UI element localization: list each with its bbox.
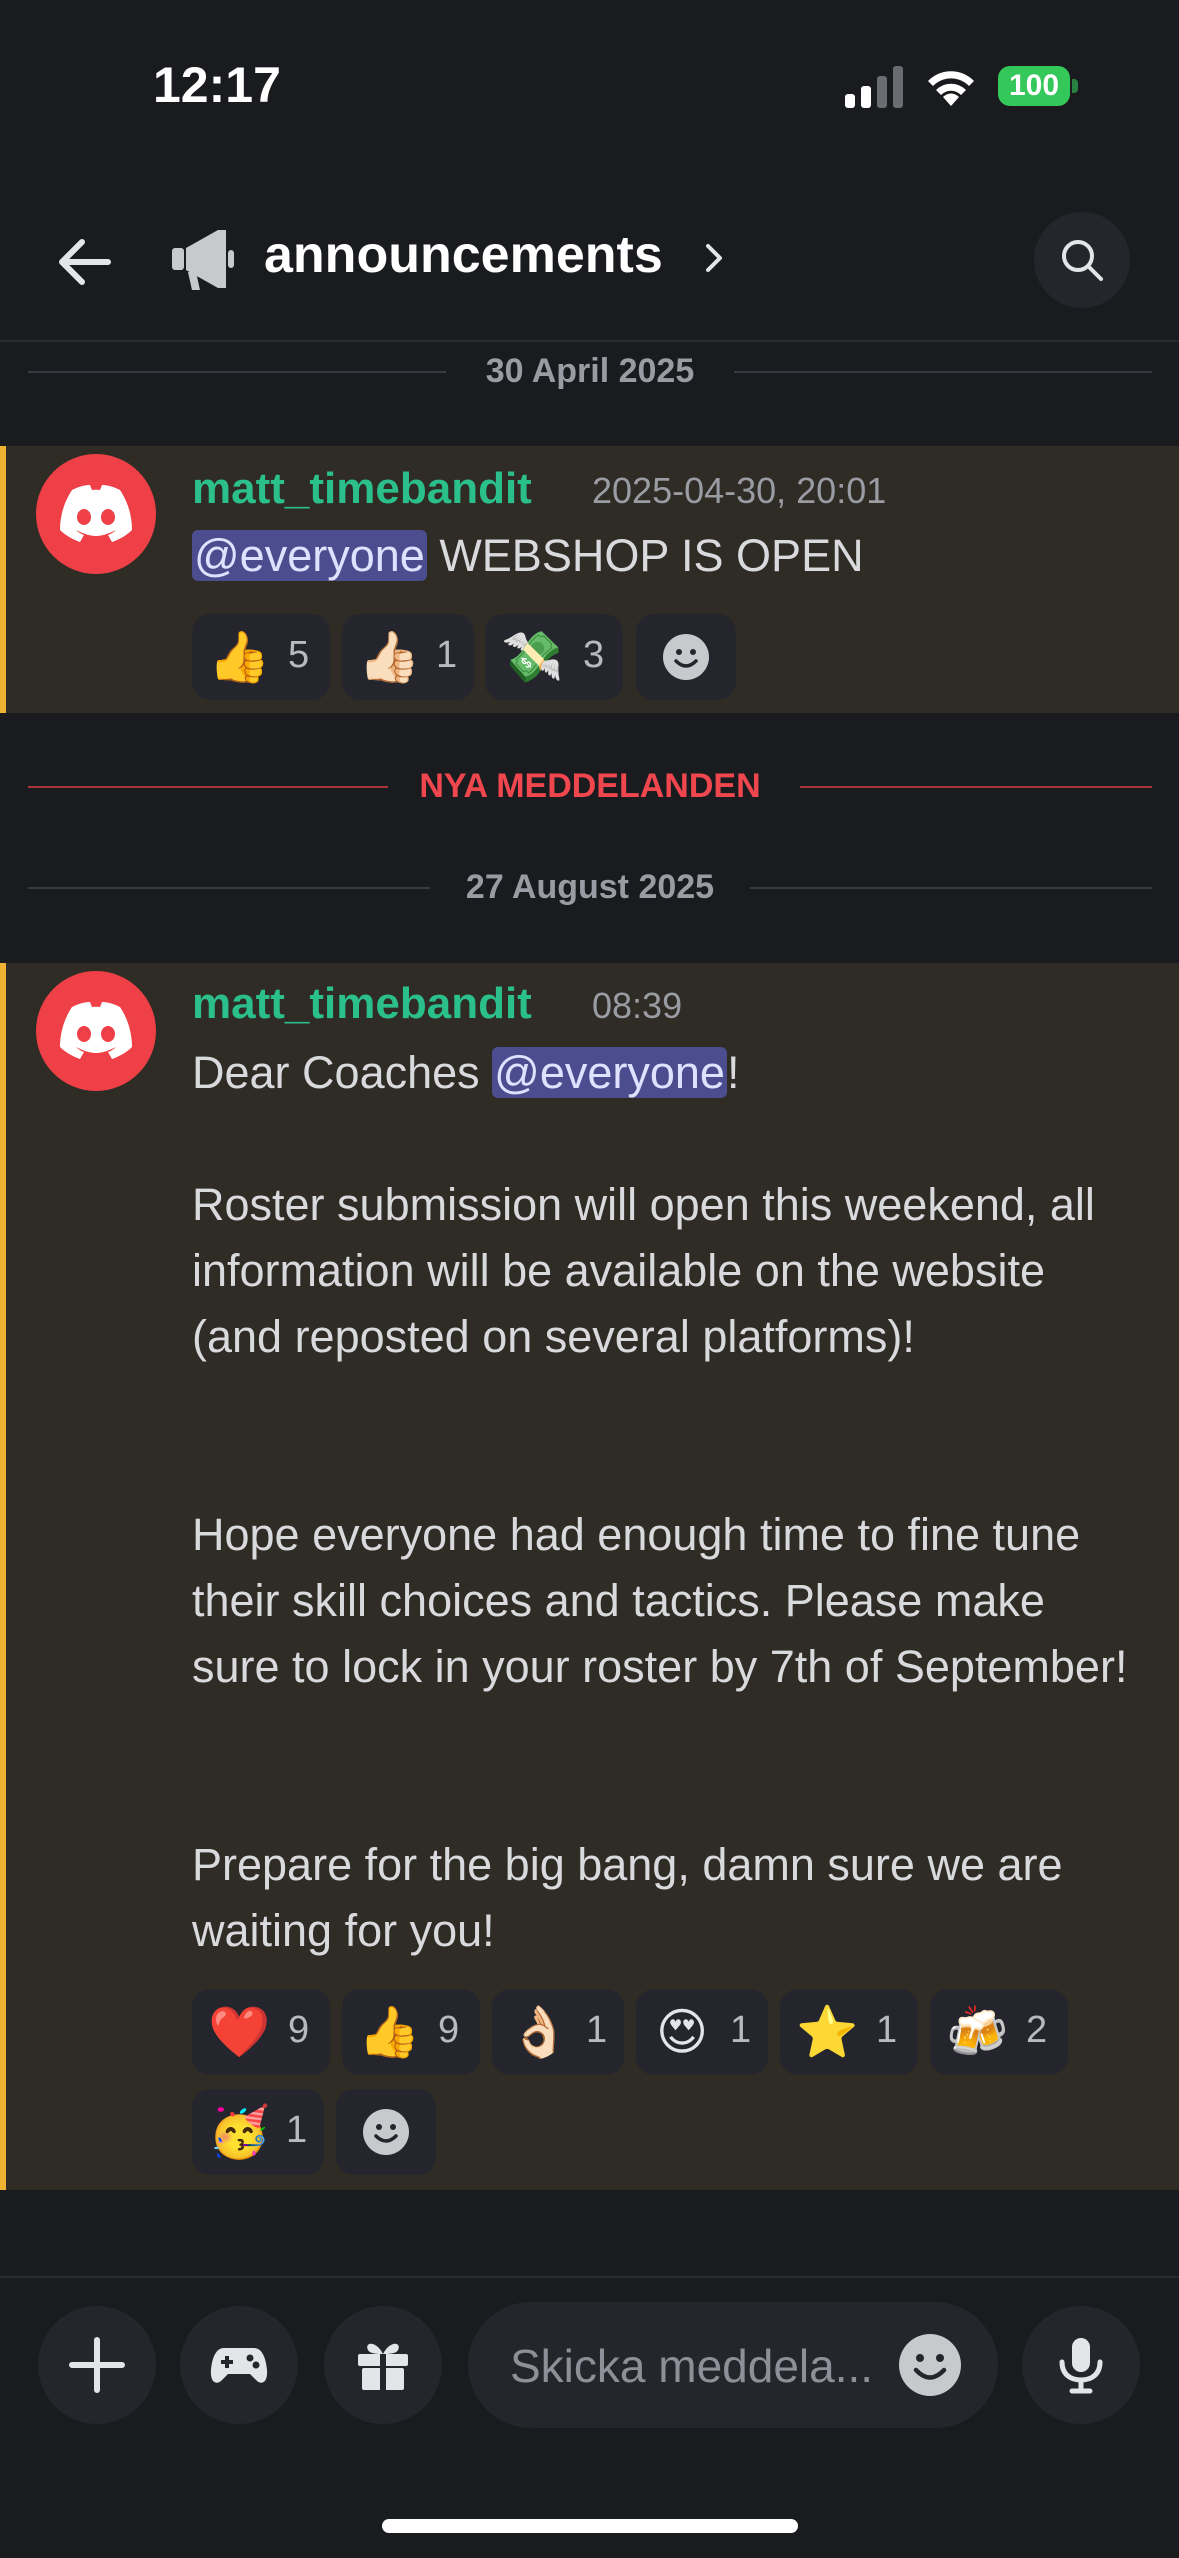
discord-logo-icon [60,1002,132,1059]
add-reaction-smiley-icon [363,2109,409,2155]
reaction-count: 9 [438,2009,460,2051]
reaction-count: 1 [876,2009,898,2051]
message-author[interactable]: matt_timebandit [192,464,532,514]
reaction-count: 1 [586,2009,608,2051]
reaction-button[interactable]: 🥳 1 [192,2089,324,2175]
date-divider-label: 30 April 2025 [457,352,723,390]
message-paragraph: Hope everyone had enough time to fine tu… [192,1509,1128,1692]
channel-title[interactable]: announcements [264,225,663,285]
reaction-button[interactable]: 😍 1 [636,1989,768,2075]
reaction-emoji: 👍 [358,2004,421,2060]
reaction-button[interactable]: ❤️ 9 [192,1989,330,2075]
reaction-count: 1 [286,2109,308,2151]
reaction-button[interactable]: 👍🏻 1 [342,614,474,700]
cellular-signal-icon [845,66,903,108]
status-time: 12:17 [153,57,281,113]
discord-logo-icon [60,485,132,542]
message-paragraph: Roster submission will open this weekend… [192,1179,1108,1362]
message-author[interactable]: matt_timebandit [192,979,532,1029]
battery-icon: 100 [998,66,1078,106]
message-composer[interactable] [468,2302,998,2428]
reaction-button[interactable]: 🍻 2 [930,1989,1068,2075]
wifi-icon [928,71,974,106]
reaction-count: 1 [436,634,458,676]
reaction-count: 5 [288,634,310,676]
activities-button[interactable] [180,2306,298,2424]
reaction-button[interactable]: ⭐ 1 [780,1989,918,2075]
message-item[interactable]: matt_timebandit 2025-04-30, 20:01 @every… [0,446,1179,713]
gift-button[interactable] [324,2306,442,2424]
reaction-button[interactable]: 👌🏻 1 [492,1989,624,2075]
message-input[interactable] [508,2330,902,2402]
mention-everyone[interactable]: @everyone [492,1047,727,1098]
date-divider: 27 August 2025 [28,868,1152,908]
back-arrow-icon[interactable] [52,230,116,294]
message-timestamp: 08:39 [592,985,683,1026]
new-messages-divider: NYA MEDDELANDEN [28,767,1152,807]
battery-level: 100 [998,66,1070,106]
gamepad-icon [210,2348,268,2383]
reaction-emoji: 👍 [208,629,271,685]
emoji-picker-icon[interactable] [898,2333,962,2397]
reaction-button[interactable]: 👍 5 [192,614,330,700]
search-icon [1062,240,1103,281]
reaction-emoji: 😍 [655,2004,709,2060]
status-bar: 12:17 100 [0,0,1179,170]
attach-plus-button[interactable] [38,2306,156,2424]
mention-everyone[interactable]: @everyone [192,530,427,581]
voice-message-button[interactable] [1022,2306,1140,2424]
reaction-emoji: ❤️ [208,2004,271,2060]
add-reaction-button[interactable] [636,614,736,700]
gift-icon [358,2343,408,2390]
reaction-button[interactable]: 👍 9 [342,1989,480,2075]
reaction-count: 1 [730,2009,752,2051]
date-divider: 30 April 2025 [28,352,1152,392]
highlight-bar [0,446,6,713]
reaction-count: 2 [1026,2009,1048,2051]
plus-icon [69,2337,125,2393]
avatar[interactable] [36,454,156,574]
microphone-icon [1059,2338,1103,2394]
message-content: Dear Coaches @everyone! [192,1047,740,1098]
add-reaction-smiley-icon [663,634,709,680]
new-messages-label: NYA MEDDELANDEN [391,767,789,805]
search-button[interactable] [1034,212,1130,308]
reaction-emoji: 💸 [501,629,564,685]
reaction-emoji: 👌🏻 [508,2004,571,2060]
chevron-right-icon[interactable] [700,240,728,276]
date-divider-label: 27 August 2025 [437,868,743,906]
reaction-emoji: ⭐ [796,2004,859,2060]
reaction-count: 9 [288,2009,310,2051]
message-paragraph: Prepare for the big bang, damn sure we a… [192,1839,1076,1956]
reaction-button[interactable]: 💸 3 [485,614,623,700]
announcement-megaphone-icon [172,230,234,290]
message-content: @everyone WEBSHOP IS OPEN [192,530,864,581]
avatar[interactable] [36,971,156,1091]
highlight-bar [0,963,6,2190]
reaction-emoji: 🍻 [946,2004,1009,2060]
reaction-emoji: 👍🏻 [358,629,421,685]
home-indicator [382,2519,798,2533]
message-timestamp: 2025-04-30, 20:01 [592,470,887,511]
reaction-count: 3 [583,634,605,676]
add-reaction-button[interactable] [336,2089,436,2175]
reaction-emoji: 🥳 [208,2104,271,2160]
message-item[interactable]: matt_timebandit 08:39 Dear Coaches @ever… [0,963,1179,2190]
